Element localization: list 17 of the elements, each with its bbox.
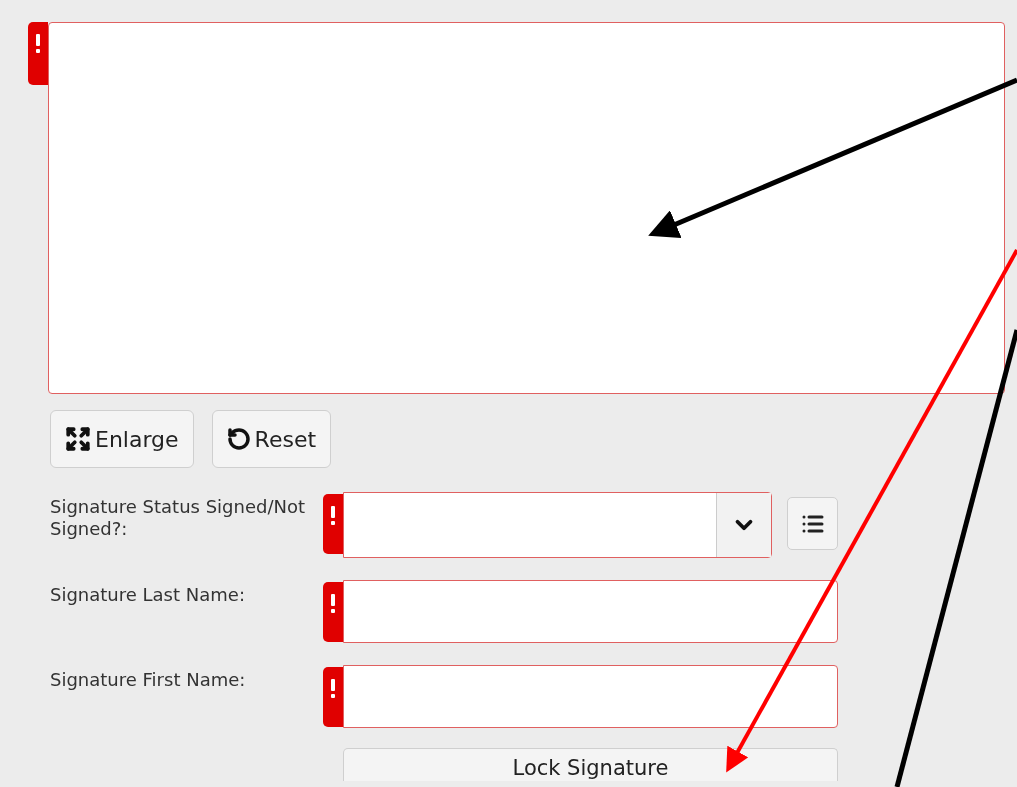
rotate-arrow-icon: [226, 427, 251, 451]
reset-button[interactable]: Reset: [211, 410, 332, 468]
field-label: Signature First Name:: [50, 668, 247, 692]
exclamation-icon: [330, 594, 336, 614]
exclamation-icon: [35, 34, 41, 54]
status-select[interactable]: [343, 492, 772, 558]
exclamation-icon: [330, 506, 336, 526]
field-label: Signature Status Signed/Not Signed?:: [50, 495, 306, 541]
enlarge-button[interactable]: Enlarge: [50, 410, 194, 468]
field-label: Signature Last Name:: [50, 583, 246, 607]
dropdown-button[interactable]: [716, 493, 771, 557]
list-button[interactable]: [787, 497, 838, 550]
text-field[interactable]: [343, 580, 838, 643]
lock-signature-button[interactable]: Lock Signature: [343, 748, 838, 781]
expand-arrows-icon: [65, 426, 91, 452]
exclamation-icon: [330, 679, 336, 699]
text-field[interactable]: [343, 665, 838, 728]
